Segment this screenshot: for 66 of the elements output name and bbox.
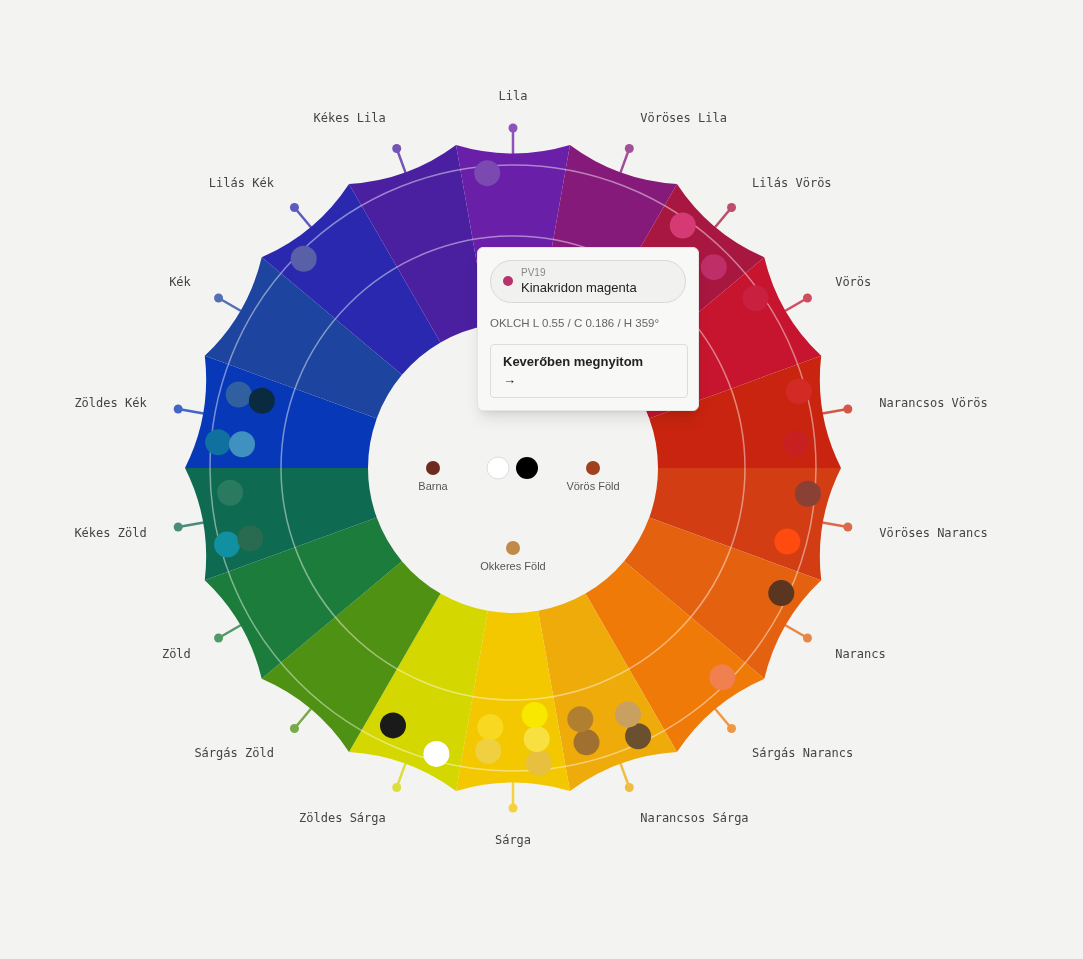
pin-marker bbox=[214, 293, 242, 313]
hue-label: Narancsos Sárga bbox=[640, 810, 749, 825]
hue-segment[interactable] bbox=[204, 257, 402, 419]
swatch-cluster[interactable] bbox=[567, 701, 652, 756]
swatch-cluster[interactable] bbox=[768, 580, 795, 607]
pin-marker bbox=[392, 762, 407, 792]
pigment-chip[interactable]: PV19 Kinakridon magenta bbox=[490, 260, 686, 303]
pin-marker bbox=[713, 203, 737, 229]
hue-segment[interactable] bbox=[204, 517, 402, 679]
pin-marker bbox=[508, 782, 518, 813]
hue-segment[interactable] bbox=[649, 468, 841, 581]
hue-label: Kék bbox=[169, 275, 191, 289]
paint-swatch[interactable] bbox=[506, 541, 520, 555]
hue-label: Sárgás Narancs bbox=[752, 745, 854, 760]
pigment-code: PV19 bbox=[521, 267, 547, 280]
pin-marker bbox=[784, 293, 812, 313]
hue-label: Vörös bbox=[835, 275, 872, 289]
hue-label: Zöld bbox=[161, 647, 191, 661]
swatch-cluster[interactable] bbox=[742, 285, 769, 312]
paint-swatch[interactable] bbox=[516, 457, 538, 479]
hue-label: Narancsos Vörös bbox=[879, 396, 988, 411]
pin-marker bbox=[173, 404, 204, 415]
pin-marker bbox=[289, 707, 313, 733]
paint-swatch[interactable] bbox=[426, 461, 440, 475]
swatch-cluster[interactable] bbox=[205, 381, 275, 458]
neutral-label: Barna bbox=[418, 480, 448, 492]
neutral-label: Vörös Föld bbox=[566, 480, 620, 492]
neutral-label: Okkeres Föld bbox=[480, 560, 546, 572]
hue-label: Vöröses Narancs bbox=[879, 525, 988, 540]
swatch-cluster[interactable] bbox=[290, 245, 317, 272]
pin-marker bbox=[619, 144, 634, 174]
hue-label: Vöröses Lila bbox=[640, 111, 727, 126]
pin-marker bbox=[619, 762, 634, 792]
pin-marker bbox=[214, 623, 242, 643]
swatch-cluster[interactable] bbox=[709, 664, 736, 691]
swatch-cluster[interactable] bbox=[774, 480, 821, 555]
hue-label: Lilás Vörös bbox=[752, 176, 832, 191]
oklch-value: OKLCH L 0.55 / C 0.186 / H 359° bbox=[490, 315, 661, 331]
pin-marker bbox=[392, 144, 407, 174]
swatch-cluster[interactable] bbox=[782, 378, 812, 457]
swatch-cluster[interactable] bbox=[380, 712, 450, 767]
pin-marker bbox=[784, 623, 812, 643]
hue-label: Lila bbox=[498, 89, 528, 103]
hue-label: Narancs bbox=[835, 647, 886, 661]
swatch-cluster[interactable] bbox=[474, 160, 501, 187]
hue-label: Sárgás Zöld bbox=[194, 745, 274, 760]
hue-label: Kékes Zöld bbox=[74, 525, 147, 540]
paint-swatch[interactable] bbox=[486, 456, 510, 480]
pin-marker bbox=[508, 123, 518, 154]
hue-segment[interactable] bbox=[649, 355, 841, 468]
hue-label: Lilás Kék bbox=[208, 176, 274, 191]
hue-label: Zöldes Sárga bbox=[299, 810, 386, 825]
pigment-name: Kinakridon magenta bbox=[521, 279, 637, 296]
hue-label: Sárga bbox=[494, 833, 532, 847]
paint-swatch[interactable] bbox=[586, 461, 600, 475]
pin-marker bbox=[289, 203, 313, 229]
hue-label: Kékes Lila bbox=[313, 111, 386, 126]
swatch-cluster[interactable] bbox=[475, 702, 552, 776]
open-in-mixer-button[interactable]: Keverőben megnyitom → bbox=[490, 344, 688, 398]
pin-marker bbox=[173, 521, 204, 532]
swatch-cluster[interactable] bbox=[214, 479, 264, 558]
pin-marker bbox=[713, 707, 737, 733]
swatch-cluster[interactable] bbox=[669, 212, 727, 281]
pin-marker bbox=[822, 521, 853, 532]
hue-label: Zöldes Kék bbox=[74, 396, 147, 411]
pin-marker bbox=[822, 404, 853, 415]
